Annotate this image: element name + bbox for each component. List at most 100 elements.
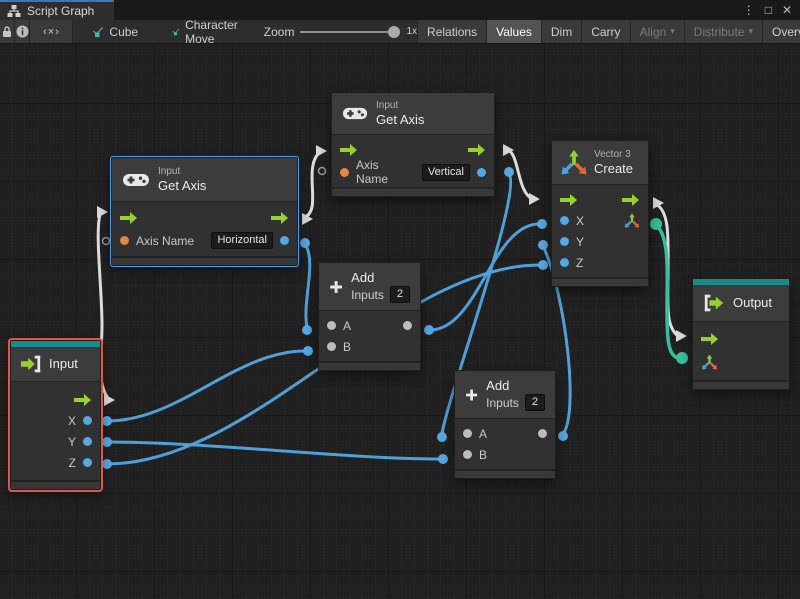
add-b-label: B (343, 340, 351, 354)
y-out-port[interactable] (83, 437, 92, 446)
inputs-label: Inputs (351, 288, 384, 302)
flow-in-port[interactable] (340, 144, 358, 156)
wire-getaxis-h-to-add1-a[interactable] (305, 244, 310, 327)
node-graph-input[interactable]: Input X Y Z (10, 340, 101, 490)
dim-label: Dim (551, 25, 572, 39)
node-footer (332, 187, 494, 196)
zoom-slider-handle[interactable] (388, 26, 400, 38)
add-a-port[interactable] (463, 429, 472, 438)
vector3-icon (560, 149, 588, 177)
close-icon[interactable]: ✕ (782, 3, 792, 17)
node-vector3-create[interactable]: Vector 3 Create X Y (551, 140, 649, 287)
breadcrumb-character-move-label: Character Move (185, 18, 242, 46)
graph-tab-icon (7, 4, 21, 18)
axis-name-field[interactable]: Horizontal (211, 232, 273, 249)
graph-unit-icon (92, 26, 104, 38)
node-get-axis-horizontal[interactable]: Input Get Axis Axis Name Horizontal (111, 157, 298, 266)
breadcrumb-character-move[interactable]: Character Move (166, 20, 248, 43)
node-add-2[interactable]: Add Inputs 2 A B (454, 370, 556, 479)
breadcrumb-cube-label: Cube (109, 25, 138, 39)
value-out-port[interactable] (280, 236, 289, 245)
vector3-out-port[interactable] (624, 213, 640, 229)
y-port[interactable] (560, 237, 569, 246)
x-label: X (576, 214, 584, 228)
dim-toggle[interactable]: Dim (541, 20, 581, 43)
node-graph-output[interactable]: Output (692, 278, 790, 390)
lock-button[interactable] (0, 20, 15, 43)
wire-flow-getaxis-h-to-getaxis-v[interactable] (305, 153, 319, 217)
add-a-port[interactable] (327, 321, 336, 330)
flow-out-port[interactable] (271, 212, 289, 224)
value-out-port[interactable] (477, 168, 486, 177)
node-category: Vector 3 (594, 148, 633, 161)
node-header[interactable]: Vector 3 Create (552, 141, 648, 185)
z-port[interactable] (560, 258, 569, 267)
inputs-count-field[interactable]: 2 (390, 286, 410, 303)
add-out-port[interactable] (538, 429, 547, 438)
axis-name-label: Axis Name (356, 158, 408, 186)
flow-out-port[interactable] (74, 394, 92, 406)
breadcrumb-cube[interactable]: Cube (86, 20, 144, 43)
gamepad-icon (122, 170, 150, 190)
x-out-port[interactable] (83, 416, 92, 425)
graph-output-icon (702, 292, 726, 314)
zoom-slider[interactable] (300, 31, 400, 33)
add-b-label: B (479, 448, 487, 462)
x-port[interactable] (560, 216, 569, 225)
node-header[interactable]: Add Inputs 2 (455, 371, 555, 419)
axis-name-port[interactable] (120, 236, 129, 245)
align-dropdown[interactable]: Align ▾ (630, 20, 684, 43)
flow-out-port[interactable] (622, 194, 640, 206)
zoom-value: 1x (406, 26, 417, 37)
add-out-port[interactable] (403, 321, 412, 330)
overview-button[interactable]: Overv (762, 20, 800, 43)
carry-label: Carry (591, 25, 620, 39)
node-get-axis-vertical[interactable]: Input Get Axis Axis Name Vertical (331, 92, 495, 197)
x-label: X (68, 414, 76, 428)
wire-add1-to-vector3-x[interactable] (430, 224, 539, 330)
axis-name-port[interactable] (340, 168, 349, 177)
script-graph-window: Script Graph ⋮ □ ✕ ‹×› (0, 0, 800, 599)
node-header[interactable]: Input Get Axis (332, 93, 494, 135)
node-footer (693, 380, 789, 389)
add-a-label: A (343, 319, 351, 333)
add-a-label: A (479, 427, 487, 441)
values-toggle[interactable]: Values (486, 20, 541, 43)
edit-code-button[interactable]: ‹×› (30, 20, 73, 43)
plus-icon (329, 275, 343, 299)
node-footer (552, 277, 648, 286)
flow-out-port[interactable] (468, 144, 486, 156)
add-b-port[interactable] (327, 342, 336, 351)
flow-in-port[interactable] (560, 194, 578, 206)
gamepad-icon (342, 104, 368, 123)
chevron-down-icon: ▾ (670, 26, 675, 37)
flow-in-port[interactable] (701, 333, 719, 345)
carry-toggle[interactable]: Carry (581, 20, 629, 43)
code-icon: ‹×› (43, 26, 60, 38)
wire-input-x-to-add1-b[interactable] (107, 351, 305, 421)
more-menu-icon[interactable]: ⋮ (743, 3, 755, 17)
node-title: Get Axis (376, 112, 424, 128)
z-out-port[interactable] (83, 458, 92, 467)
zoom-label: Zoom (264, 25, 295, 39)
inputs-count-field[interactable]: 2 (525, 394, 545, 411)
node-footer (319, 361, 420, 370)
tab-script-graph[interactable]: Script Graph (0, 0, 114, 20)
maximize-icon[interactable]: □ (765, 3, 772, 17)
node-header[interactable]: Input (11, 347, 100, 382)
node-header[interactable]: Output (693, 285, 789, 322)
node-title: Add (351, 270, 410, 286)
vector3-in-port[interactable] (701, 354, 718, 371)
add-b-port[interactable] (463, 450, 472, 459)
node-title: Create (594, 161, 633, 177)
distribute-dropdown[interactable]: Distribute ▾ (684, 20, 762, 43)
plus-icon (465, 383, 478, 407)
info-button[interactable] (15, 20, 30, 43)
flow-in-port[interactable] (120, 212, 138, 224)
node-header[interactable]: Add Inputs 2 (319, 263, 420, 311)
axis-name-field[interactable]: Vertical (422, 164, 470, 181)
node-header[interactable]: Input Get Axis (112, 158, 297, 202)
node-add-1[interactable]: Add Inputs 2 A B (318, 262, 421, 371)
node-title: Input (49, 356, 78, 372)
relations-toggle[interactable]: Relations (417, 20, 486, 43)
